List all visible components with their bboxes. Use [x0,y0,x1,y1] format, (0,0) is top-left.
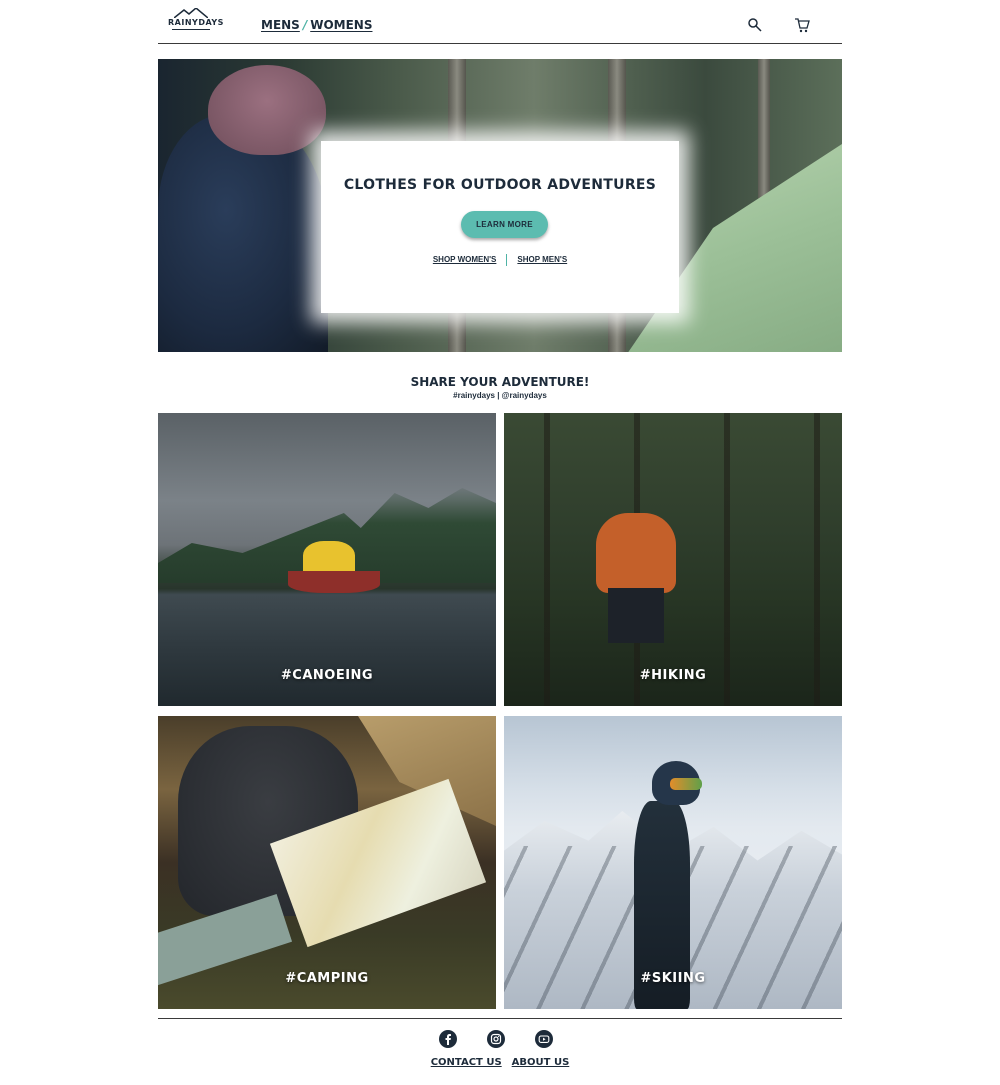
search-icon[interactable] [747,17,763,33]
logo-underline [172,29,210,31]
nav-womens-link[interactable]: WOMENS [310,18,372,32]
rainydays-logo[interactable]: RAINYDAYS [168,8,224,34]
tile-label: #SKIING [640,971,706,986]
hero-shop-links: SHOP WOMEN'S SHOP MEN'S [321,254,679,266]
tile-label: #CAMPING [285,971,369,986]
nav-mens-link[interactable]: MENS [261,18,300,32]
tile-canoeing[interactable]: #CANOEING [158,413,496,706]
share-subtitle: #rainydays | @rainydays [453,391,547,400]
instagram-icon[interactable] [487,1030,505,1048]
goggles-image [670,778,702,790]
learn-more-button[interactable]: LEARN MORE [461,211,548,238]
shop-links-divider [506,254,508,266]
tile-skiing[interactable]: #SKIING [504,716,842,1009]
share-title: SHARE YOUR ADVENTURE! [410,375,590,389]
canoe-image [288,571,380,593]
youtube-icon[interactable] [535,1030,553,1048]
hero-card: CLOTHES FOR OUTDOOR ADVENTURES LEARN MOR… [321,141,679,313]
hero-title: CLOTHES FOR OUTDOOR ADVENTURES [343,177,657,193]
mountain-icon [174,8,208,18]
shop-womens-link[interactable]: SHOP WOMEN'S [433,255,497,264]
tile-label: #HIKING [639,668,707,683]
about-us-link[interactable]: ABOUT US [512,1057,570,1068]
tile-label: #CANOEING [280,668,374,683]
cart-icon[interactable] [794,17,810,33]
footer-divider [158,1018,842,1019]
logo-text: RAINYDAYS [168,18,224,27]
contact-us-link[interactable]: CONTACT US [431,1057,502,1068]
main-nav: MENS / WOMENS [261,18,372,32]
tile-camping[interactable]: #CAMPING [158,716,496,1009]
site-header: RAINYDAYS MENS / WOMENS [158,0,842,44]
hiker-legs-image [608,588,664,643]
shop-mens-link[interactable]: SHOP MEN'S [517,255,567,264]
hero-hat-image [208,65,326,155]
tile-hiking[interactable]: #HIKING [504,413,842,706]
hero-banner: CLOTHES FOR OUTDOOR ADVENTURES LEARN MOR… [158,59,842,352]
facebook-icon[interactable] [439,1030,457,1048]
nav-separator: / [302,18,308,32]
hiker-image [596,513,676,593]
footer-links: CONTACT US ABOUT US [0,1057,1000,1068]
